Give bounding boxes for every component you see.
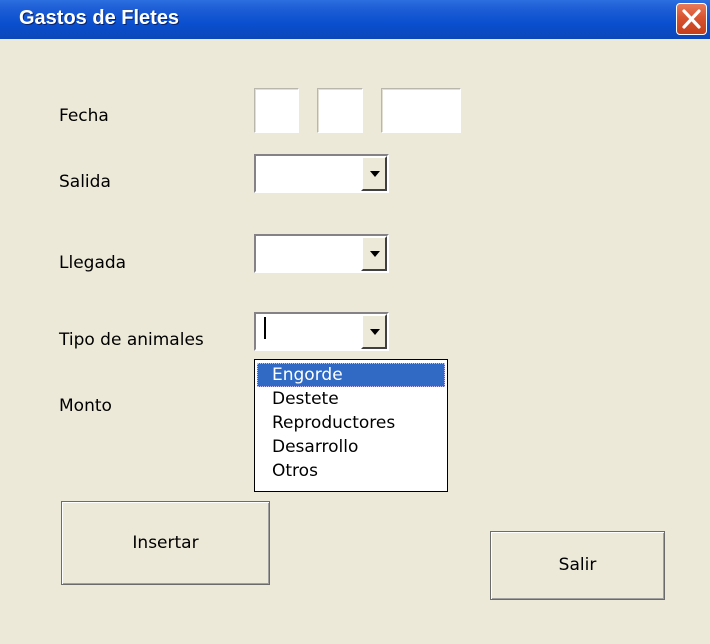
fecha-label: Fecha	[59, 106, 109, 126]
tipo-animales-dropdown-button[interactable]	[361, 314, 387, 349]
salida-combo[interactable]	[254, 154, 389, 193]
tipo-animales-combo[interactable]	[254, 312, 389, 351]
salir-button[interactable]: Salir	[490, 531, 665, 600]
llegada-dropdown-button[interactable]	[361, 236, 387, 271]
chevron-down-icon	[370, 250, 380, 257]
fecha-month-input[interactable]	[317, 88, 363, 133]
chevron-down-icon	[370, 328, 380, 335]
tipo-animales-dropdown-list: Engorde Destete Reproductores Desarrollo…	[254, 359, 448, 492]
monto-label: Monto	[59, 396, 112, 416]
window-title: Gastos de Fletes	[19, 7, 180, 29]
salida-dropdown-button[interactable]	[361, 156, 387, 191]
dropdown-option-reproductores[interactable]: Reproductores	[257, 411, 445, 435]
llegada-label: Llegada	[59, 253, 127, 273]
close-button[interactable]	[676, 3, 707, 35]
dropdown-option-destete[interactable]: Destete	[257, 387, 445, 411]
fecha-year-input[interactable]	[381, 88, 461, 133]
insertar-button[interactable]: Insertar	[61, 501, 270, 585]
chevron-down-icon	[370, 170, 380, 177]
title-bar: Gastos de Fletes	[0, 0, 710, 39]
salida-label: Salida	[59, 172, 111, 192]
dropdown-option-desarrollo[interactable]: Desarrollo	[257, 435, 445, 459]
tipo-animales-label: Tipo de animales	[59, 330, 204, 350]
llegada-combo[interactable]	[254, 234, 389, 273]
close-icon	[682, 9, 701, 29]
dropdown-option-otros[interactable]: Otros	[257, 459, 445, 483]
fecha-day-input[interactable]	[254, 88, 299, 133]
text-cursor	[264, 317, 266, 339]
dropdown-option-engorde[interactable]: Engorde	[257, 363, 445, 387]
